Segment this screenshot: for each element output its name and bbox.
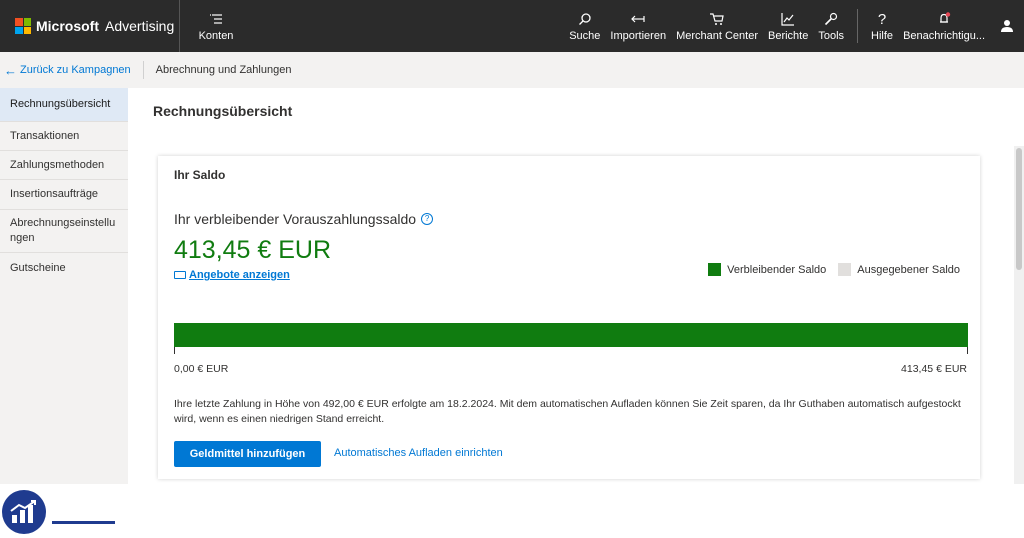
logo-underline bbox=[52, 521, 115, 524]
nav-reports[interactable]: Berichte bbox=[763, 0, 813, 52]
accounts-button[interactable]: Konten bbox=[196, 0, 236, 52]
arrow-left-icon: ← bbox=[4, 62, 17, 78]
bell-icon bbox=[937, 10, 951, 28]
bottom-overlay bbox=[0, 484, 1024, 538]
main-content: Rechnungsübersicht Ihr Saldo Ihr verblei… bbox=[128, 88, 1024, 484]
user-avatar[interactable] bbox=[990, 19, 1024, 33]
last-payment-note: Ihre letzte Zahlung in Höhe von 492,00 €… bbox=[174, 398, 961, 425]
back-link-label: Zurück zu Kampagnen bbox=[20, 64, 131, 76]
sidebar-item-label: Insertionsaufträge bbox=[10, 188, 99, 200]
balance-legend: Verbleibender Saldo Ausgegebener Saldo bbox=[708, 263, 960, 276]
setup-auto-recharge-link[interactable]: Automatisches Aufladen einrichten bbox=[334, 447, 503, 459]
balance-card: Ihr Saldo Ihr verbleibender Vorauszahlun… bbox=[158, 156, 980, 479]
nav-help-label: Hilfe bbox=[871, 30, 894, 42]
sidebar-item-label: Transaktionen bbox=[10, 129, 80, 142]
microsoft-logo-icon bbox=[15, 18, 31, 34]
import-icon bbox=[630, 10, 646, 28]
sidebar-item-payment-methods[interactable]: Zahlungsmethoden bbox=[0, 151, 128, 180]
bar-tick-end bbox=[967, 347, 968, 354]
nav-merchant-center[interactable]: Merchant Center bbox=[671, 0, 763, 52]
view-offers-label: Angebote anzeigen bbox=[189, 269, 290, 281]
page-title: Rechnungsübersicht bbox=[153, 103, 293, 119]
main-scrollbar[interactable] bbox=[1014, 146, 1024, 484]
chart-icon bbox=[781, 10, 795, 28]
wrench-icon bbox=[824, 10, 838, 28]
nav-divider bbox=[857, 9, 859, 43]
brand-logo[interactable]: Microsoft Advertising bbox=[0, 0, 180, 52]
balance-bar bbox=[174, 323, 968, 347]
breadcrumb: ← Zurück zu Kampagnen Abrechnung und Zah… bbox=[0, 52, 1024, 88]
breadcrumb-divider bbox=[142, 61, 144, 79]
legend-spent-label: Ausgegebener Saldo bbox=[857, 263, 960, 276]
accounts-label: Konten bbox=[198, 30, 234, 42]
user-icon bbox=[1001, 20, 1013, 32]
sidebar-item-billing-overview[interactable]: Rechnungsübersicht bbox=[0, 88, 128, 122]
bar-max-label: 413,45 € EUR bbox=[901, 363, 967, 375]
sidebar-item-label: Abrechnungseinstellungen bbox=[10, 217, 116, 244]
legend-remaining-label: Verbleibender Saldo bbox=[727, 263, 827, 276]
nav-search[interactable]: Suche bbox=[564, 0, 605, 52]
balance-amount: 413,45 € EUR bbox=[174, 236, 332, 264]
legend-remaining-swatch bbox=[708, 263, 722, 276]
nav-tools-label: Tools bbox=[818, 30, 845, 42]
sidebar-item-insertion-orders[interactable]: Insertionsaufträge bbox=[0, 180, 128, 210]
prepaid-balance-label: Ihr verbleibender Vorauszahlungssaldo ? bbox=[174, 211, 434, 227]
search-icon bbox=[578, 10, 592, 28]
sidebar-item-coupons[interactable]: Gutscheine bbox=[0, 253, 128, 283]
nav-import-label: Importieren bbox=[610, 30, 667, 42]
sidebar-item-label: Gutscheine bbox=[10, 261, 66, 274]
sidebar-item-label: Rechnungsübersicht bbox=[10, 98, 111, 110]
billing-sidebar: Rechnungsübersicht Transaktionen Zahlung… bbox=[0, 88, 128, 484]
growth-chart-logo-icon bbox=[2, 490, 46, 534]
legend-remaining: Verbleibender Saldo bbox=[708, 263, 826, 276]
accounts-list-icon bbox=[209, 10, 223, 28]
nav-import[interactable]: Importieren bbox=[605, 0, 671, 52]
nav-search-label: Suche bbox=[569, 30, 601, 42]
tag-icon bbox=[174, 271, 186, 279]
brand-microsoft: Microsoft bbox=[36, 18, 99, 34]
info-icon[interactable]: ? bbox=[421, 213, 434, 225]
card-title: Ihr Saldo bbox=[174, 168, 226, 182]
prepaid-balance-text: Ihr verbleibender Vorauszahlungssaldo bbox=[174, 211, 417, 227]
top-navigation-bar: Microsoft Advertising Konten Suche Impor… bbox=[0, 0, 1024, 52]
legend-spent-swatch bbox=[838, 263, 852, 276]
nav-tools[interactable]: Tools bbox=[813, 0, 849, 52]
breadcrumb-current: Abrechnung und Zahlungen bbox=[155, 64, 292, 76]
sidebar-item-label: Zahlungsmethoden bbox=[10, 158, 105, 171]
nav-merchant-center-label: Merchant Center bbox=[676, 30, 758, 42]
bar-tick-start bbox=[174, 347, 175, 354]
bar-min-label: 0,00 € EUR bbox=[174, 363, 229, 375]
help-icon: ? bbox=[877, 10, 887, 28]
cart-icon bbox=[709, 10, 725, 28]
sidebar-item-billing-settings[interactable]: Abrechnungseinstellungen bbox=[0, 210, 128, 253]
view-offers-link[interactable]: Angebote anzeigen bbox=[174, 269, 290, 281]
nav-reports-label: Berichte bbox=[768, 30, 809, 42]
brand-advertising: Advertising bbox=[105, 18, 175, 34]
balance-bar-fill bbox=[174, 323, 968, 347]
add-funds-button[interactable]: Geldmittel hinzufügen bbox=[174, 441, 321, 467]
legend-spent: Ausgegebener Saldo bbox=[838, 263, 960, 276]
nav-notifications-label: Benachrichtigu... bbox=[903, 30, 985, 42]
sidebar-item-transactions[interactable]: Transaktionen bbox=[0, 122, 128, 151]
scrollbar-thumb[interactable] bbox=[1016, 148, 1022, 270]
nav-help[interactable]: ? Hilfe bbox=[866, 0, 898, 52]
back-to-campaigns-link[interactable]: ← Zurück zu Kampagnen bbox=[0, 63, 131, 78]
nav-notifications[interactable]: Benachrichtigu... bbox=[898, 0, 990, 52]
